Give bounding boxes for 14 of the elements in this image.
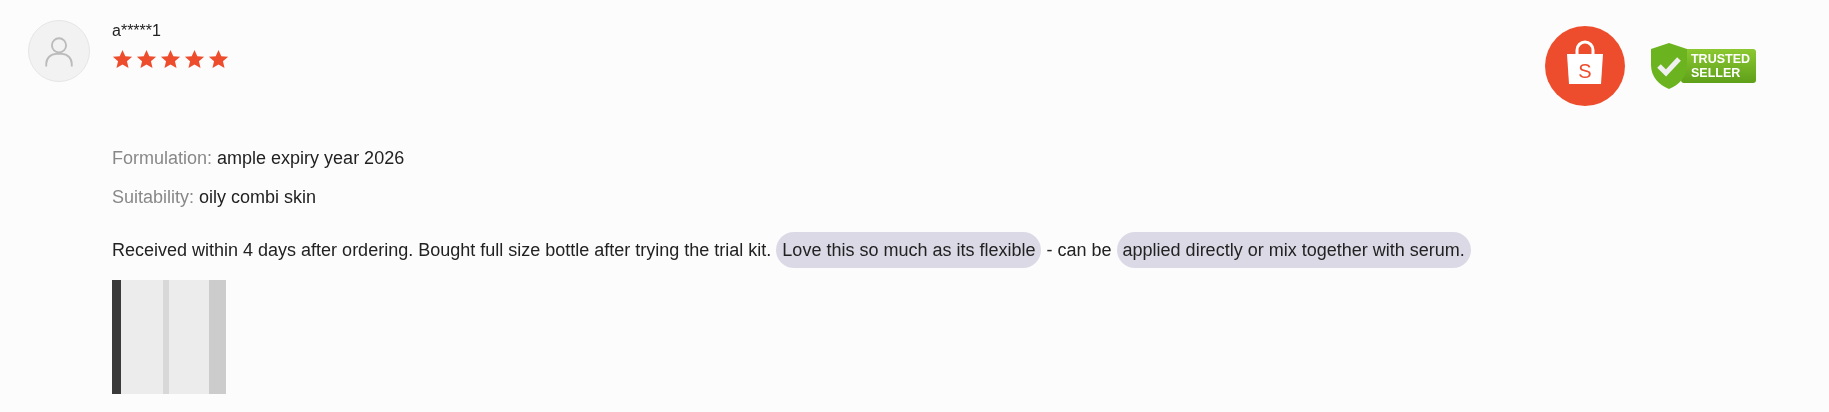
photo-placeholder[interactable] (112, 280, 226, 394)
star-icon (184, 49, 205, 70)
star-icon (136, 49, 157, 70)
logo-letter: S (1578, 59, 1592, 83)
user-icon (42, 34, 76, 68)
star-icon (208, 49, 229, 70)
attribute-line: Formulation: ample expiry year 2026 (112, 148, 406, 169)
attribute-line: Suitability: oily combi skin (112, 187, 318, 208)
star-icon (112, 49, 133, 70)
star-icon (160, 49, 181, 70)
shield-check-icon (1648, 41, 1689, 91)
review-text: Received within 4 days after ordering. Bought full size bottle after trying the trial kit. Love this so much as its flexible - can be applied directly or mix together with serum. (112, 230, 1801, 270)
trusted-seller-label: TRUSTED SELLER (1680, 49, 1756, 83)
username: a*****1 (112, 22, 162, 40)
